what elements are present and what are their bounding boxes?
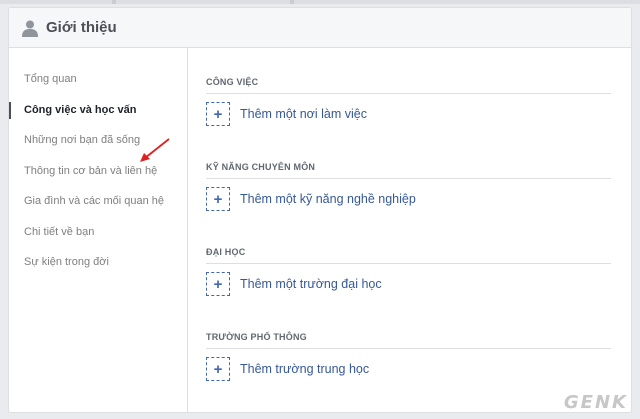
section-college: ĐẠI HỌC + Thêm một trường đại học xyxy=(206,247,611,296)
add-high-school-label: Thêm trường trung học xyxy=(240,362,370,376)
watermark-logo: GENK xyxy=(563,392,628,413)
plus-icon: + xyxy=(206,357,230,381)
plus-icon: + xyxy=(206,187,230,211)
card-body: Tổng quan Công việc và học vấn Những nơi… xyxy=(9,48,631,412)
sidebar: Tổng quan Công việc và học vấn Những nơi… xyxy=(9,48,188,412)
add-skill-label: Thêm một kỹ năng nghề nghiệp xyxy=(240,192,416,206)
person-icon xyxy=(21,19,39,37)
divider xyxy=(290,0,294,4)
top-strip xyxy=(0,0,640,4)
add-workplace-label: Thêm một nơi làm việc xyxy=(240,107,367,121)
divider xyxy=(112,0,116,4)
plus-icon: + xyxy=(206,272,230,296)
sidebar-item-life-events[interactable]: Sự kiện trong đời xyxy=(9,247,187,278)
sidebar-item-details-about-you[interactable]: Chi tiết về bạn xyxy=(9,217,187,248)
card-header: Giới thiệu xyxy=(9,8,631,48)
section-title: TRƯỜNG PHỔ THÔNG xyxy=(206,332,611,349)
section-title: ĐẠI HỌC xyxy=(206,247,611,264)
sidebar-item-overview[interactable]: Tổng quan xyxy=(9,64,187,95)
add-college-button[interactable]: + Thêm một trường đại học xyxy=(206,272,611,296)
add-skill-button[interactable]: + Thêm một kỹ năng nghề nghiệp xyxy=(206,187,611,211)
sidebar-item-work-education[interactable]: Công việc và học vấn xyxy=(9,95,187,126)
add-high-school-button[interactable]: + Thêm trường trung học xyxy=(206,357,611,381)
section-work: CÔNG VIỆC + Thêm một nơi làm việc xyxy=(206,77,611,126)
page-title: Giới thiệu xyxy=(46,19,117,36)
red-arrow-annotation-icon xyxy=(140,138,170,162)
section-high-school: TRƯỜNG PHỔ THÔNG + Thêm trường trung học xyxy=(206,332,611,381)
add-workplace-button[interactable]: + Thêm một nơi làm việc xyxy=(206,102,611,126)
about-card: Giới thiệu Tổng quan Công việc và học vấ… xyxy=(8,7,632,413)
add-college-label: Thêm một trường đại học xyxy=(240,277,382,291)
sidebar-item-family-relationships[interactable]: Gia đình và các mối quan hệ xyxy=(9,186,187,217)
plus-icon: + xyxy=(206,102,230,126)
section-title: CÔNG VIỆC xyxy=(206,77,611,94)
section-title: KỸ NĂNG CHUYÊN MÔN xyxy=(206,162,611,179)
section-professional-skills: KỸ NĂNG CHUYÊN MÔN + Thêm một kỹ năng ng… xyxy=(206,162,611,211)
